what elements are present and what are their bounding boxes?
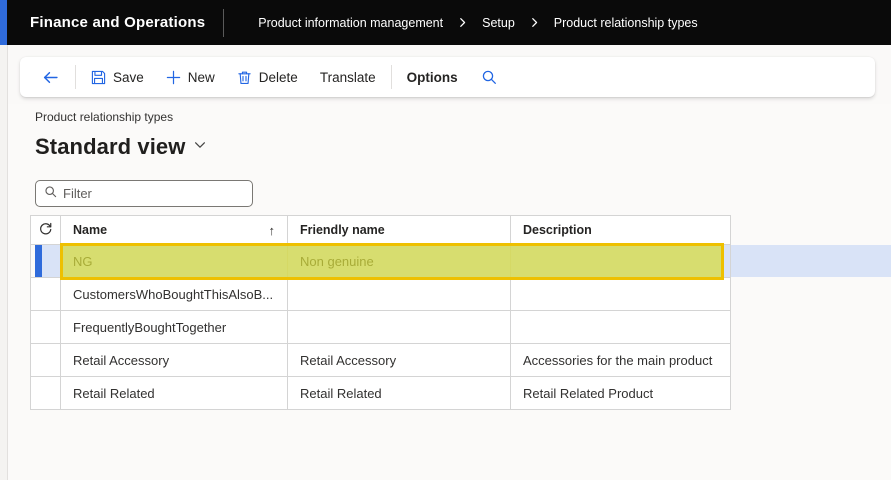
cell-friendly-name[interactable]: Retail Accessory	[288, 344, 511, 376]
cell-name[interactable]: FrequentlyBoughtTogether	[61, 311, 288, 343]
view-title: Standard view	[35, 134, 185, 160]
refresh-icon	[38, 221, 53, 239]
back-arrow-icon	[42, 69, 59, 86]
back-button[interactable]	[30, 57, 71, 97]
toolbar-divider	[391, 65, 392, 89]
nav-accent-strip	[0, 0, 7, 45]
grid-row[interactable]: Retail Related Retail Related Retail Rel…	[31, 377, 731, 410]
chevron-right-icon	[529, 17, 540, 28]
grid-row[interactable]: FrequentlyBoughtTogether	[31, 311, 731, 344]
grid-header-row: Name ↑ Friendly name Description	[31, 216, 731, 245]
app-window: Finance and Operations Product informati…	[0, 0, 891, 480]
column-header-friendly-name[interactable]: Friendly name	[288, 216, 511, 244]
cell-name[interactable]: Retail Related	[61, 377, 288, 409]
breadcrumb-module[interactable]: Product information management	[258, 16, 443, 30]
page-caption: Product relationship types	[35, 110, 173, 124]
row-selector-cell[interactable]	[31, 278, 61, 310]
translate-button[interactable]: Translate	[309, 57, 387, 97]
grid-row[interactable]: Retail Accessory Retail Accessory Access…	[31, 344, 731, 377]
cell-friendly-name[interactable]: Retail Related	[288, 377, 511, 409]
cell-friendly-name[interactable]	[288, 278, 511, 310]
chevron-down-icon	[193, 138, 207, 157]
search-icon	[481, 69, 497, 85]
cell-friendly-name[interactable]	[288, 311, 511, 343]
cell-name[interactable]: NG	[61, 245, 288, 277]
grid-row[interactable]: NG Non genuine	[31, 245, 731, 278]
cell-description[interactable]: Retail Related Product	[511, 377, 731, 409]
chevron-right-icon	[457, 17, 468, 28]
filter-input[interactable]	[63, 186, 244, 201]
cell-friendly-name[interactable]: Non genuine	[288, 245, 511, 277]
delete-trash-icon	[237, 70, 252, 85]
save-button[interactable]: Save	[80, 57, 155, 97]
cell-description[interactable]	[511, 278, 731, 310]
row-selector-cell[interactable]	[31, 344, 61, 376]
breadcrumb: Product information management Setup Pro…	[258, 16, 697, 30]
command-bar: Save New Delete Translate Options	[20, 57, 875, 97]
column-header-description-label: Description	[523, 223, 592, 237]
appbar-divider	[223, 9, 224, 37]
collapsed-nav-rail[interactable]	[0, 45, 8, 480]
options-label: Options	[407, 70, 458, 85]
filter-box	[35, 180, 253, 207]
options-menu-button[interactable]: Options	[396, 57, 469, 97]
top-app-bar: Finance and Operations Product informati…	[0, 0, 891, 45]
cell-description[interactable]: Accessories for the main product	[511, 344, 731, 376]
app-title[interactable]: Finance and Operations	[0, 14, 205, 31]
cell-name[interactable]: Retail Accessory	[61, 344, 288, 376]
delete-label: Delete	[259, 70, 298, 85]
breadcrumb-setup[interactable]: Setup	[482, 16, 515, 30]
cell-description[interactable]	[511, 245, 731, 277]
filter-search-icon	[44, 185, 57, 203]
sort-ascending-icon: ↑	[269, 223, 276, 238]
product-relationship-grid: Name ↑ Friendly name Description NG Non …	[30, 215, 891, 410]
toolbar-divider	[75, 65, 76, 89]
cell-description[interactable]	[511, 311, 731, 343]
row-selector-cell[interactable]	[31, 245, 61, 277]
column-header-name[interactable]: Name ↑	[61, 216, 288, 244]
delete-button[interactable]: Delete	[226, 57, 309, 97]
row-selector-cell[interactable]	[31, 311, 61, 343]
command-search-button[interactable]	[469, 57, 509, 97]
row-selection-bar	[35, 245, 42, 277]
breadcrumb-page[interactable]: Product relationship types	[554, 16, 698, 30]
translate-label: Translate	[320, 70, 376, 85]
row-selector-cell[interactable]	[31, 377, 61, 409]
add-plus-icon	[166, 70, 181, 85]
grid-table: Name ↑ Friendly name Description NG Non …	[30, 215, 731, 410]
grid-row[interactable]: CustomersWhoBoughtThisAlsoB...	[31, 278, 731, 311]
column-header-friendly-label: Friendly name	[300, 223, 385, 237]
save-floppy-icon	[91, 70, 106, 85]
save-label: Save	[113, 70, 144, 85]
cell-name[interactable]: CustomersWhoBoughtThisAlsoB...	[61, 278, 288, 310]
new-button[interactable]: New	[155, 57, 226, 97]
new-label: New	[188, 70, 215, 85]
view-switcher[interactable]: Standard view	[35, 134, 207, 160]
column-header-description[interactable]: Description	[511, 216, 731, 244]
column-header-name-label: Name	[73, 223, 107, 237]
grid-body: NG Non genuine CustomersWhoBoughtThisAls…	[31, 245, 731, 410]
refresh-header-cell[interactable]	[31, 216, 61, 244]
